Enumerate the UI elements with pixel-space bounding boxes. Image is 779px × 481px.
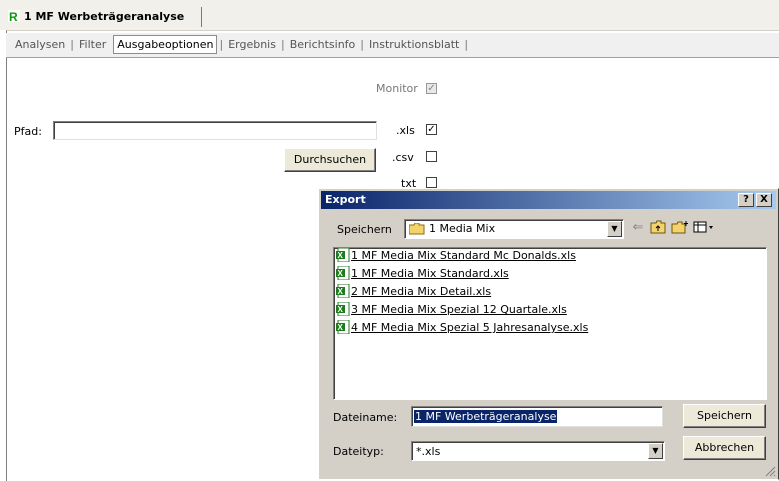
help-button[interactable]: ?: [738, 193, 754, 207]
monitor-label: Monitor: [376, 82, 418, 95]
svg-text:X: X: [338, 305, 344, 314]
excel-file-icon: X: [336, 320, 350, 334]
export-dialog: Export ? X Speichern 1 Media Mix ▼ ⇐ X 1 …: [318, 188, 779, 480]
r-logo-icon: R: [8, 10, 20, 22]
file-name: 3 MF Media Mix Spezial 12 Quartale.xls: [351, 303, 567, 316]
filetype-label: Dateityp:: [333, 445, 384, 458]
cancel-button[interactable]: Abbrechen: [683, 436, 766, 460]
tab-separator: |: [70, 38, 74, 51]
excel-file-icon: X: [336, 284, 350, 298]
svg-text:X: X: [338, 269, 344, 278]
svg-text:X: X: [338, 251, 344, 260]
file-item[interactable]: X 3 MF Media Mix Spezial 12 Quartale.xls: [336, 302, 567, 318]
resize-grip-icon[interactable]: [764, 465, 776, 477]
tab-analysen[interactable]: Analysen: [12, 38, 68, 51]
filename-value: 1 MF Werbeträgeranalyse: [414, 410, 558, 423]
filename-input[interactable]: 1 MF Werbeträgeranalyse: [411, 406, 663, 427]
xls-label: .xls: [396, 124, 415, 137]
dialog-title-bar: Export: [321, 191, 776, 209]
save-button[interactable]: Speichern: [683, 404, 766, 428]
up-folder-icon[interactable]: [649, 220, 667, 236]
file-item[interactable]: X 1 MF Media Mix Standard.xls: [336, 266, 509, 282]
chevron-down-icon[interactable]: ▼: [607, 221, 622, 237]
back-icon[interactable]: ⇐: [629, 220, 647, 236]
close-button[interactable]: X: [756, 193, 772, 207]
excel-file-icon: X: [336, 248, 350, 262]
dialog-title: Export: [325, 193, 366, 206]
file-name: 1 MF Media Mix Standard Mc Donalds.xls: [351, 249, 576, 262]
tab-separator: |: [464, 38, 469, 51]
file-name: 1 MF Media Mix Standard.xls: [351, 267, 509, 280]
tab-berichtsinfo[interactable]: Berichtsinfo: [287, 38, 359, 51]
file-item[interactable]: X 2 MF Media Mix Detail.xls: [336, 284, 491, 300]
tab-separator: |: [280, 38, 285, 51]
chevron-down-icon[interactable]: ▼: [648, 443, 663, 459]
filename-label: Dateiname:: [333, 411, 398, 424]
pfad-input[interactable]: [53, 121, 377, 140]
tab-instruktionsblatt[interactable]: Instruktionsblatt: [366, 38, 462, 51]
file-list[interactable]: X1 MF Media Mix Standard Mc Donalds.xls …: [333, 247, 767, 400]
txt-checkbox[interactable]: [426, 177, 437, 188]
filetype-combo[interactable]: *.xls ▼: [411, 441, 665, 461]
save-in-value: 1 Media Mix: [429, 222, 496, 235]
browse-button[interactable]: Durchsuchen: [284, 148, 376, 172]
excel-file-icon: X: [336, 266, 350, 280]
sub-tab-bar: Analysen | Filter Ausgabeoptionen | Ergebnis |…: [6, 33, 779, 58]
view-menu-icon[interactable]: [693, 220, 715, 236]
file-name: 4 MF Media Mix Spezial 5 Jahresanalyse.x…: [351, 321, 589, 334]
xls-checkbox[interactable]: ✓: [426, 124, 437, 135]
filetype-value: *.xls: [416, 445, 441, 458]
tab-separator: |: [360, 38, 365, 51]
csv-label: .csv: [392, 151, 414, 164]
file-item[interactable]: X 1 MF Media Mix Standard Mc Donalds.xls: [336, 248, 576, 264]
new-folder-icon[interactable]: [671, 220, 689, 236]
svg-text:R: R: [9, 10, 18, 22]
tab-ausgabeoptionen[interactable]: Ausgabeoptionen: [113, 35, 218, 54]
tab-filter[interactable]: Filter: [76, 38, 109, 51]
tab-ergebnis[interactable]: Ergebnis: [225, 38, 279, 51]
folder-icon: [409, 223, 425, 235]
document-tab-bar: R 1 MF Werbeträgeranalyse: [0, 0, 779, 30]
svg-text:X: X: [338, 287, 344, 296]
file-name: 2 MF Media Mix Detail.xls: [351, 285, 492, 298]
save-in-combo[interactable]: 1 Media Mix ▼: [404, 219, 624, 239]
csv-checkbox[interactable]: [426, 151, 437, 162]
monitor-checkbox[interactable]: ✓: [426, 83, 437, 94]
document-tab-title: 1 MF Werbeträgeranalyse: [24, 10, 185, 23]
svg-text:X: X: [338, 323, 344, 332]
excel-file-icon: X: [336, 302, 350, 316]
save-in-label: Speichern: [337, 223, 392, 236]
file-item[interactable]: X 4 MF Media Mix Spezial 5 Jahresanalyse.…: [336, 320, 588, 336]
document-tab[interactable]: R 1 MF Werbeträgeranalyse: [6, 7, 202, 27]
pfad-label: Pfad:: [14, 125, 42, 138]
